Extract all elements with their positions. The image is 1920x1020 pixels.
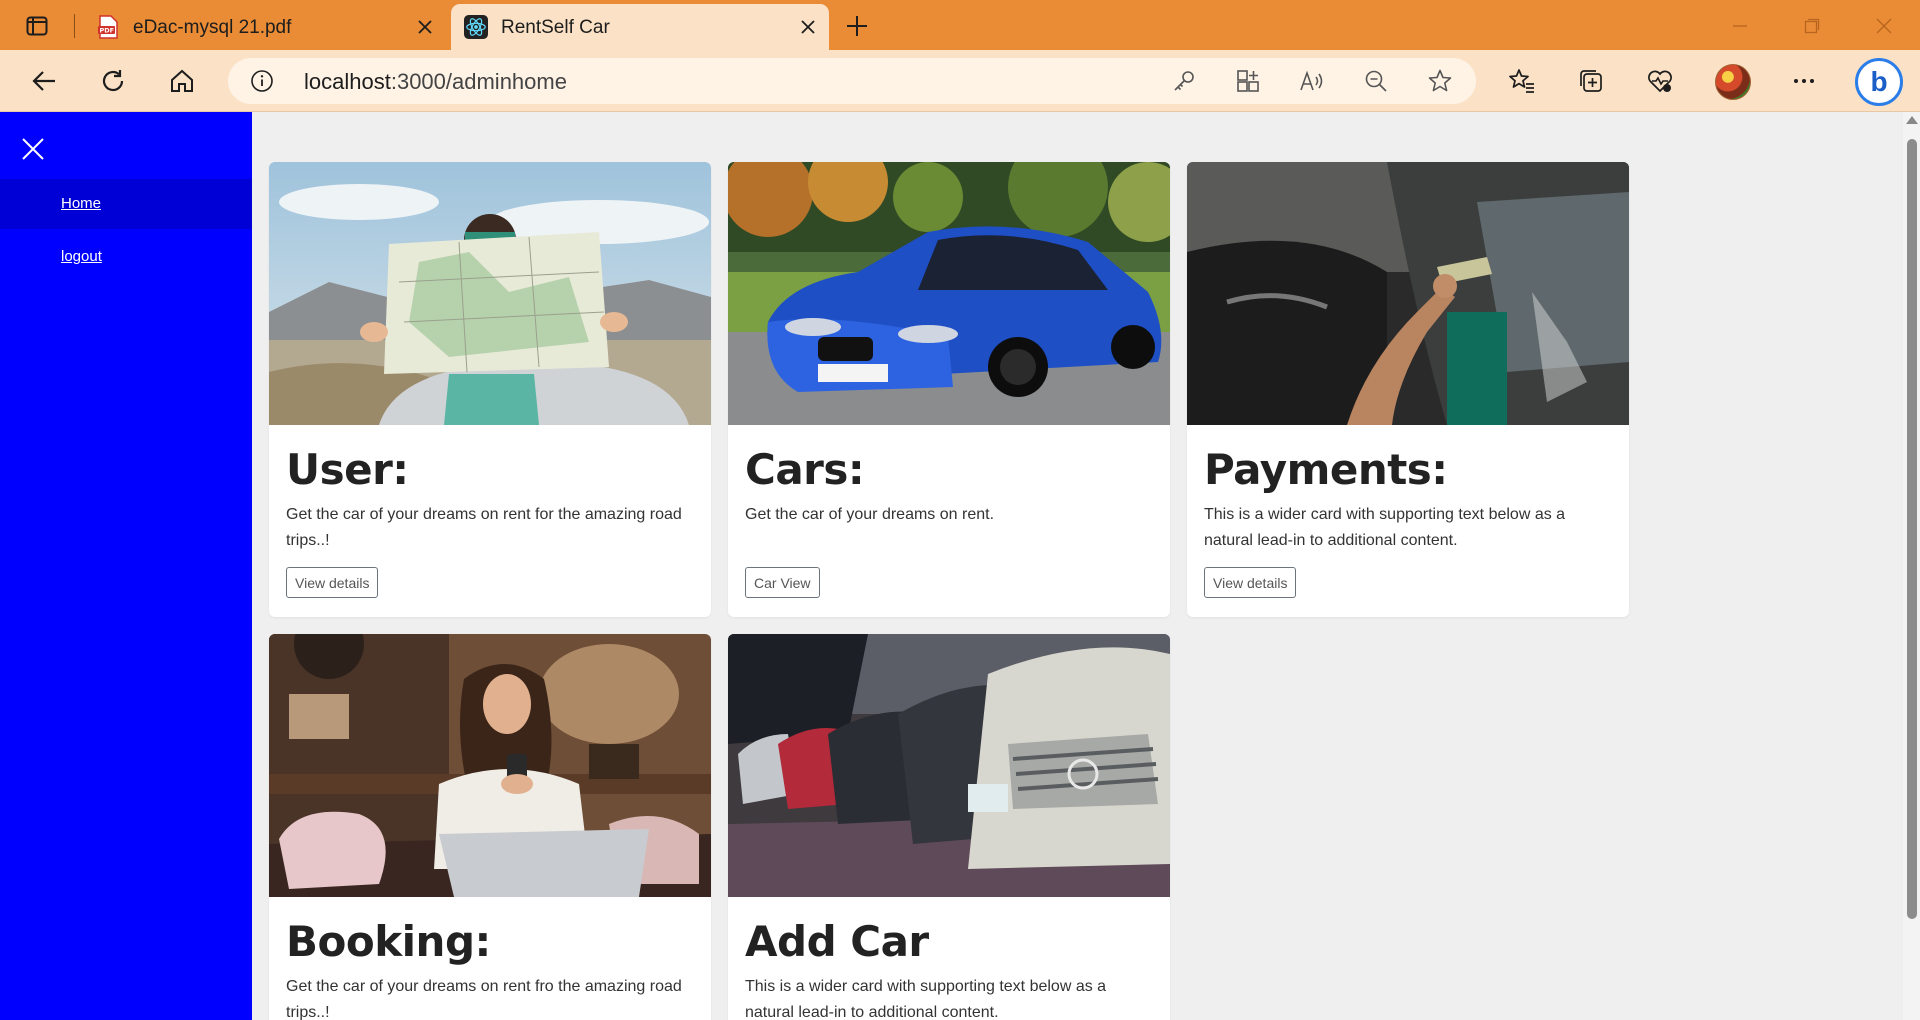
close-icon[interactable] <box>18 134 48 164</box>
url-host: localhost <box>304 69 391 94</box>
card-text: This is a wider card with supporting tex… <box>745 978 1107 1020</box>
bing-copilot-icon[interactable]: b <box>1855 58 1903 106</box>
collections-icon[interactable] <box>1574 64 1608 98</box>
sidebar-link-logout[interactable]: logout <box>61 248 102 265</box>
window-close-icon[interactable] <box>1862 10 1906 42</box>
tab-edac-pdf[interactable]: PDF eDac-mysql 21.pdf <box>83 4 446 50</box>
sidebar-item-logout[interactable]: logout <box>0 232 252 282</box>
woman-with-phone-laptop-photo <box>269 634 711 897</box>
row-of-cars-photo <box>728 634 1170 897</box>
home-icon[interactable] <box>165 64 199 98</box>
page-viewport: Home logout User: Get the car of your dr… <box>0 112 1920 1020</box>
card-title: Booking: <box>286 917 491 966</box>
read-aloud-icon[interactable] <box>1298 67 1326 95</box>
card-user: User: Get the car of your dreams on rent… <box>269 162 711 617</box>
card-text: Get the car of your dreams on rent for t… <box>286 506 682 549</box>
view-details-button[interactable]: View details <box>286 567 379 598</box>
more-options-icon[interactable] <box>1787 64 1821 98</box>
favorite-star-icon[interactable] <box>1426 67 1454 95</box>
car-view-button[interactable]: Car View <box>745 567 820 598</box>
blue-bmw-car-photo <box>728 162 1170 425</box>
tab-actions-icon[interactable] <box>22 11 52 41</box>
browser-essentials-icon[interactable] <box>1643 64 1677 98</box>
profile-avatar[interactable] <box>1715 64 1751 100</box>
browser-tab-bar: PDF eDac-mysql 21.pdf RentSelf Car <box>0 0 1920 50</box>
zoom-out-icon[interactable] <box>1362 67 1390 95</box>
vertical-scrollbar[interactable] <box>1903 112 1920 1020</box>
view-details-button[interactable]: View details <box>1204 567 1297 598</box>
pdf-file-icon: PDF <box>96 15 120 39</box>
browser-toolbar: localhost:3000/adminhome b <box>0 50 1920 112</box>
key-icon[interactable] <box>1170 67 1198 95</box>
sidebar: Home logout <box>0 112 252 1020</box>
info-icon[interactable] <box>250 69 274 93</box>
card-add-car: Add Car This is a wider card with suppor… <box>728 634 1170 1020</box>
scrollbar-thumb[interactable] <box>1907 139 1917 919</box>
close-icon[interactable] <box>795 14 821 40</box>
card-payments: Payments: This is a wider card with supp… <box>1187 162 1629 617</box>
scroll-up-arrow-icon[interactable] <box>1906 116 1918 124</box>
sidebar-item-home[interactable]: Home <box>0 179 252 229</box>
url-text: localhost:3000/adminhome <box>304 69 567 95</box>
card-text: Get the car of your dreams on rent fro t… <box>286 978 682 1020</box>
svg-text:PDF: PDF <box>100 27 115 35</box>
back-arrow-icon[interactable] <box>27 64 61 98</box>
tab-rentself-car[interactable]: RentSelf Car <box>451 4 829 50</box>
card-text: This is a wider card with supporting tex… <box>1204 506 1566 549</box>
address-bar[interactable]: localhost:3000/adminhome <box>228 58 1476 104</box>
card-cars: Cars: Get the car of your dreams on rent… <box>728 162 1170 617</box>
close-icon[interactable] <box>412 14 438 40</box>
card-title: Cars: <box>745 445 865 494</box>
cash-payment-photo <box>1187 162 1629 425</box>
restore-icon[interactable] <box>1790 10 1834 42</box>
card-text: Get the car of your dreams on rent. <box>745 506 995 523</box>
sidebar-link-home[interactable]: Home <box>61 195 101 212</box>
url-path: :3000/adminhome <box>390 69 567 94</box>
apps-icon[interactable] <box>1234 67 1262 95</box>
card-title: Payments: <box>1204 445 1448 494</box>
minimize-icon[interactable] <box>1718 10 1762 42</box>
card-title: Add Car <box>745 917 929 966</box>
card-title: User: <box>286 445 409 494</box>
card-booking: Booking: Get the car of your dreams on r… <box>269 634 711 1020</box>
tab-title: RentSelf Car <box>501 17 610 38</box>
react-logo-icon <box>464 15 488 39</box>
tab-separator <box>74 14 75 38</box>
woman-reading-map-photo <box>269 162 711 425</box>
reload-icon[interactable] <box>96 64 130 98</box>
favorites-icon[interactable] <box>1505 64 1539 98</box>
new-tab-icon[interactable] <box>842 11 872 41</box>
tab-title: eDac-mysql 21.pdf <box>133 17 292 38</box>
